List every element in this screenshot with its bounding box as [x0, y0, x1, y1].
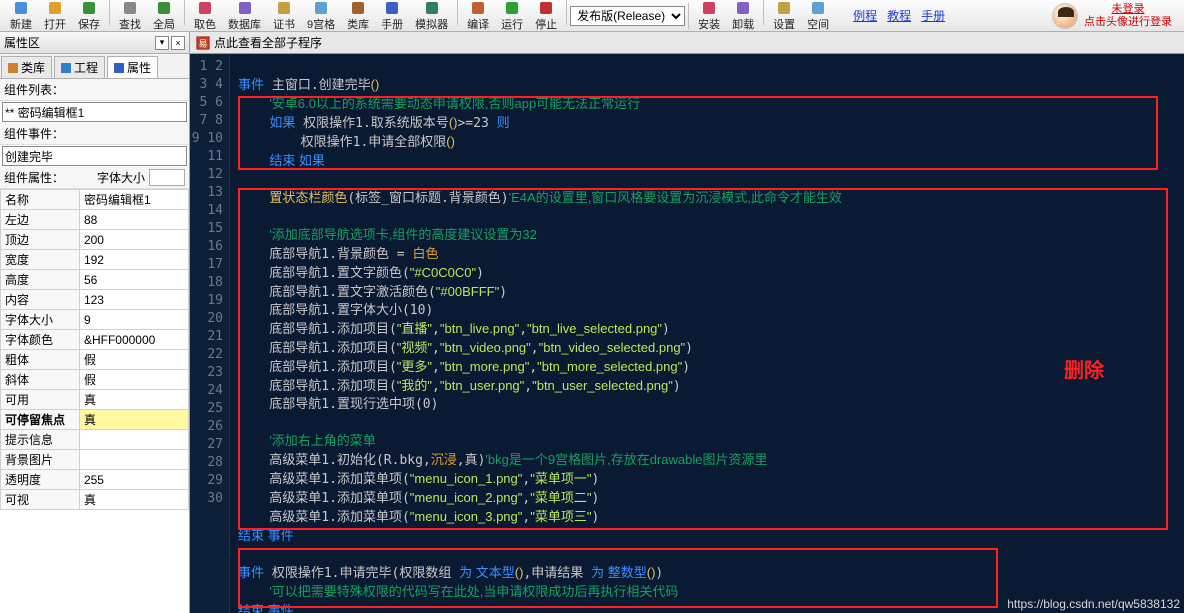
- toolbar-打开[interactable]: 打开: [38, 0, 72, 33]
- prop-row-背景图片[interactable]: 背景图片: [1, 450, 189, 470]
- property-grid[interactable]: 名称密码编辑框1左边88顶边200宽度192高度56内容123字体大小9字体颜色…: [0, 189, 189, 613]
- prop-row-可停留焦点[interactable]: 可停留焦点真: [1, 410, 189, 430]
- prop-row-左边[interactable]: 左边88: [1, 210, 189, 230]
- toolbar-查找[interactable]: 查找: [113, 0, 147, 33]
- toolbar-编译[interactable]: 编译: [461, 0, 495, 33]
- toolbar-新建[interactable]: 新建: [4, 0, 38, 33]
- prop-row-顶边[interactable]: 顶边200: [1, 230, 189, 250]
- toolbar-取色[interactable]: 取色: [188, 0, 222, 33]
- tab-工程[interactable]: 工程: [54, 56, 105, 78]
- svg-text:易: 易: [199, 38, 208, 48]
- prop-row-粗体[interactable]: 粗体假: [1, 350, 189, 370]
- prop-row-字体大小[interactable]: 字体大小9: [1, 310, 189, 330]
- login-tip: 点击头像进行登录: [1084, 16, 1172, 29]
- component-list-label: 组件列表：: [0, 79, 189, 101]
- watermark: https://blog.csdn.net/qw5838132: [1007, 597, 1180, 611]
- link-例程[interactable]: 例程: [853, 7, 877, 24]
- panel-tabs: 类库工程属性: [0, 54, 189, 79]
- component-select[interactable]: [2, 102, 187, 122]
- panel-close-icon[interactable]: ×: [171, 36, 185, 50]
- toolbar-设置[interactable]: 设置: [767, 0, 801, 33]
- main-toolbar: 新建打开保存查找全局取色数据库证书9宫格类库手册模拟器编译运行停止 发布版(Re…: [0, 0, 1184, 32]
- toolbar-全局[interactable]: 全局: [147, 0, 181, 33]
- panel-title: 属性区: [4, 34, 40, 51]
- toolbar-9宫格[interactable]: 9宫格: [301, 0, 341, 33]
- code-content[interactable]: 事件 主窗口.创建完毕() '安卓6.0以上的系统需要动态申请权限,否则app可…: [230, 54, 1184, 613]
- line-gutter: 1 2 3 4 5 6 7 8 9 10 11 12 13 14 15 16 1…: [190, 54, 230, 613]
- editor-tab-bar: 易 点此查看全部子程序: [190, 32, 1184, 54]
- prop-row-斜体[interactable]: 斜体假: [1, 370, 189, 390]
- editor-tab-label[interactable]: 点此查看全部子程序: [214, 34, 322, 51]
- font-size-label: 字体大小: [97, 169, 145, 186]
- toolbar-安装[interactable]: 安装: [692, 0, 726, 33]
- tab-属性[interactable]: 属性: [107, 56, 158, 78]
- toolbar-运行[interactable]: 运行: [495, 0, 529, 33]
- toolbar-模拟器[interactable]: 模拟器: [409, 0, 454, 33]
- property-panel: 属性区 ▾ × 类库工程属性 组件列表： 组件事件： 组件属性： 字体大小 名称…: [0, 32, 190, 613]
- prop-row-提示信息[interactable]: 提示信息: [1, 430, 189, 450]
- prop-row-名称[interactable]: 名称密码编辑框1: [1, 190, 189, 210]
- delete-annotation: 删除: [1064, 354, 1104, 383]
- prop-row-可视[interactable]: 可视真: [1, 490, 189, 510]
- build-config-combo[interactable]: 发布版(Release): [570, 6, 685, 26]
- code-editor: 易 点此查看全部子程序 1 2 3 4 5 6 7 8 9 10 11 12 1…: [190, 32, 1184, 613]
- avatar[interactable]: [1052, 3, 1078, 29]
- event-select[interactable]: [2, 146, 187, 166]
- prop-row-宽度[interactable]: 宽度192: [1, 250, 189, 270]
- toolbar-类库[interactable]: 类库: [341, 0, 375, 33]
- panel-dropdown-icon[interactable]: ▾: [155, 36, 169, 50]
- toolbar-手册[interactable]: 手册: [375, 0, 409, 33]
- prop-row-高度[interactable]: 高度56: [1, 270, 189, 290]
- toolbar-空间[interactable]: 空间: [801, 0, 835, 33]
- help-links: 例程教程手册: [853, 7, 945, 24]
- link-教程[interactable]: 教程: [887, 7, 911, 24]
- toolbar-数据库[interactable]: 数据库: [222, 0, 267, 33]
- component-event-label: 组件事件：: [0, 123, 189, 145]
- prop-row-透明度[interactable]: 透明度255: [1, 470, 189, 490]
- font-size-spinner[interactable]: [149, 169, 185, 186]
- toolbar-保存[interactable]: 保存: [72, 0, 106, 33]
- tab-类库[interactable]: 类库: [1, 56, 52, 78]
- prop-row-字体颜色[interactable]: 字体颜色&HFF000000: [1, 330, 189, 350]
- toolbar-卸载[interactable]: 卸载: [726, 0, 760, 33]
- toolbar-停止[interactable]: 停止: [529, 0, 563, 33]
- prop-row-内容[interactable]: 内容123: [1, 290, 189, 310]
- user-box: 未登录 点击头像进行登录: [1052, 3, 1180, 29]
- code-file-icon: 易: [196, 36, 210, 50]
- component-prop-label: 组件属性：: [4, 169, 64, 186]
- toolbar-证书[interactable]: 证书: [267, 0, 301, 33]
- link-手册[interactable]: 手册: [921, 7, 945, 24]
- prop-row-可用[interactable]: 可用真: [1, 390, 189, 410]
- login-status[interactable]: 未登录: [1084, 3, 1172, 16]
